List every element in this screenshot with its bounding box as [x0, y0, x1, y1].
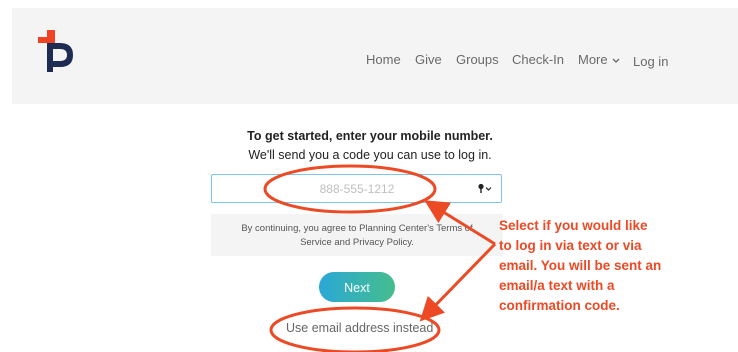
terms-notice: By continuing, you agree to Planning Cen…: [211, 214, 503, 256]
annotation-line: email/a text with a: [499, 278, 615, 293]
nav-item-home[interactable]: Home: [366, 52, 401, 68]
annotation-line: email. You will be sent an: [499, 258, 662, 273]
annotation-line: confirmation code.: [499, 298, 620, 313]
terms-line-1: By continuing, you agree to Planning Cen…: [241, 223, 473, 234]
key-chevron-icon[interactable]: [477, 182, 493, 196]
nav-item-more-label: More: [578, 52, 608, 67]
main-nav: Home Give Groups Check-In More Log in: [12, 52, 738, 72]
nav-item-check-in[interactable]: Check-In: [512, 52, 564, 68]
nav-item-more[interactable]: More: [578, 52, 620, 68]
annotation-callout: Select if you would like to log in via t…: [499, 216, 729, 316]
nav-item-groups[interactable]: Groups: [456, 52, 499, 68]
nav-item-give[interactable]: Give: [415, 52, 442, 68]
annotation-line: Select if you would like: [499, 218, 648, 233]
login-link[interactable]: Log in: [633, 54, 668, 70]
chevron-down-icon: [612, 58, 620, 63]
annotation-line: to log in via text or via: [499, 238, 642, 253]
phone-number-input[interactable]: [212, 175, 462, 202]
page: Home Give Groups Check-In More Log in To…: [0, 0, 738, 352]
use-email-link[interactable]: Use email address instead: [286, 321, 433, 335]
intro-text: To get started, enter your mobile number…: [200, 127, 540, 165]
intro-title: To get started, enter your mobile number…: [247, 129, 493, 143]
intro-subtitle: We'll send you a code you can use to log…: [248, 148, 492, 162]
site-header: Home Give Groups Check-In More Log in: [12, 8, 738, 104]
phone-field: [211, 174, 502, 203]
next-button[interactable]: Next: [319, 272, 395, 302]
terms-line-2: Service and Privacy Policy.: [300, 237, 414, 248]
